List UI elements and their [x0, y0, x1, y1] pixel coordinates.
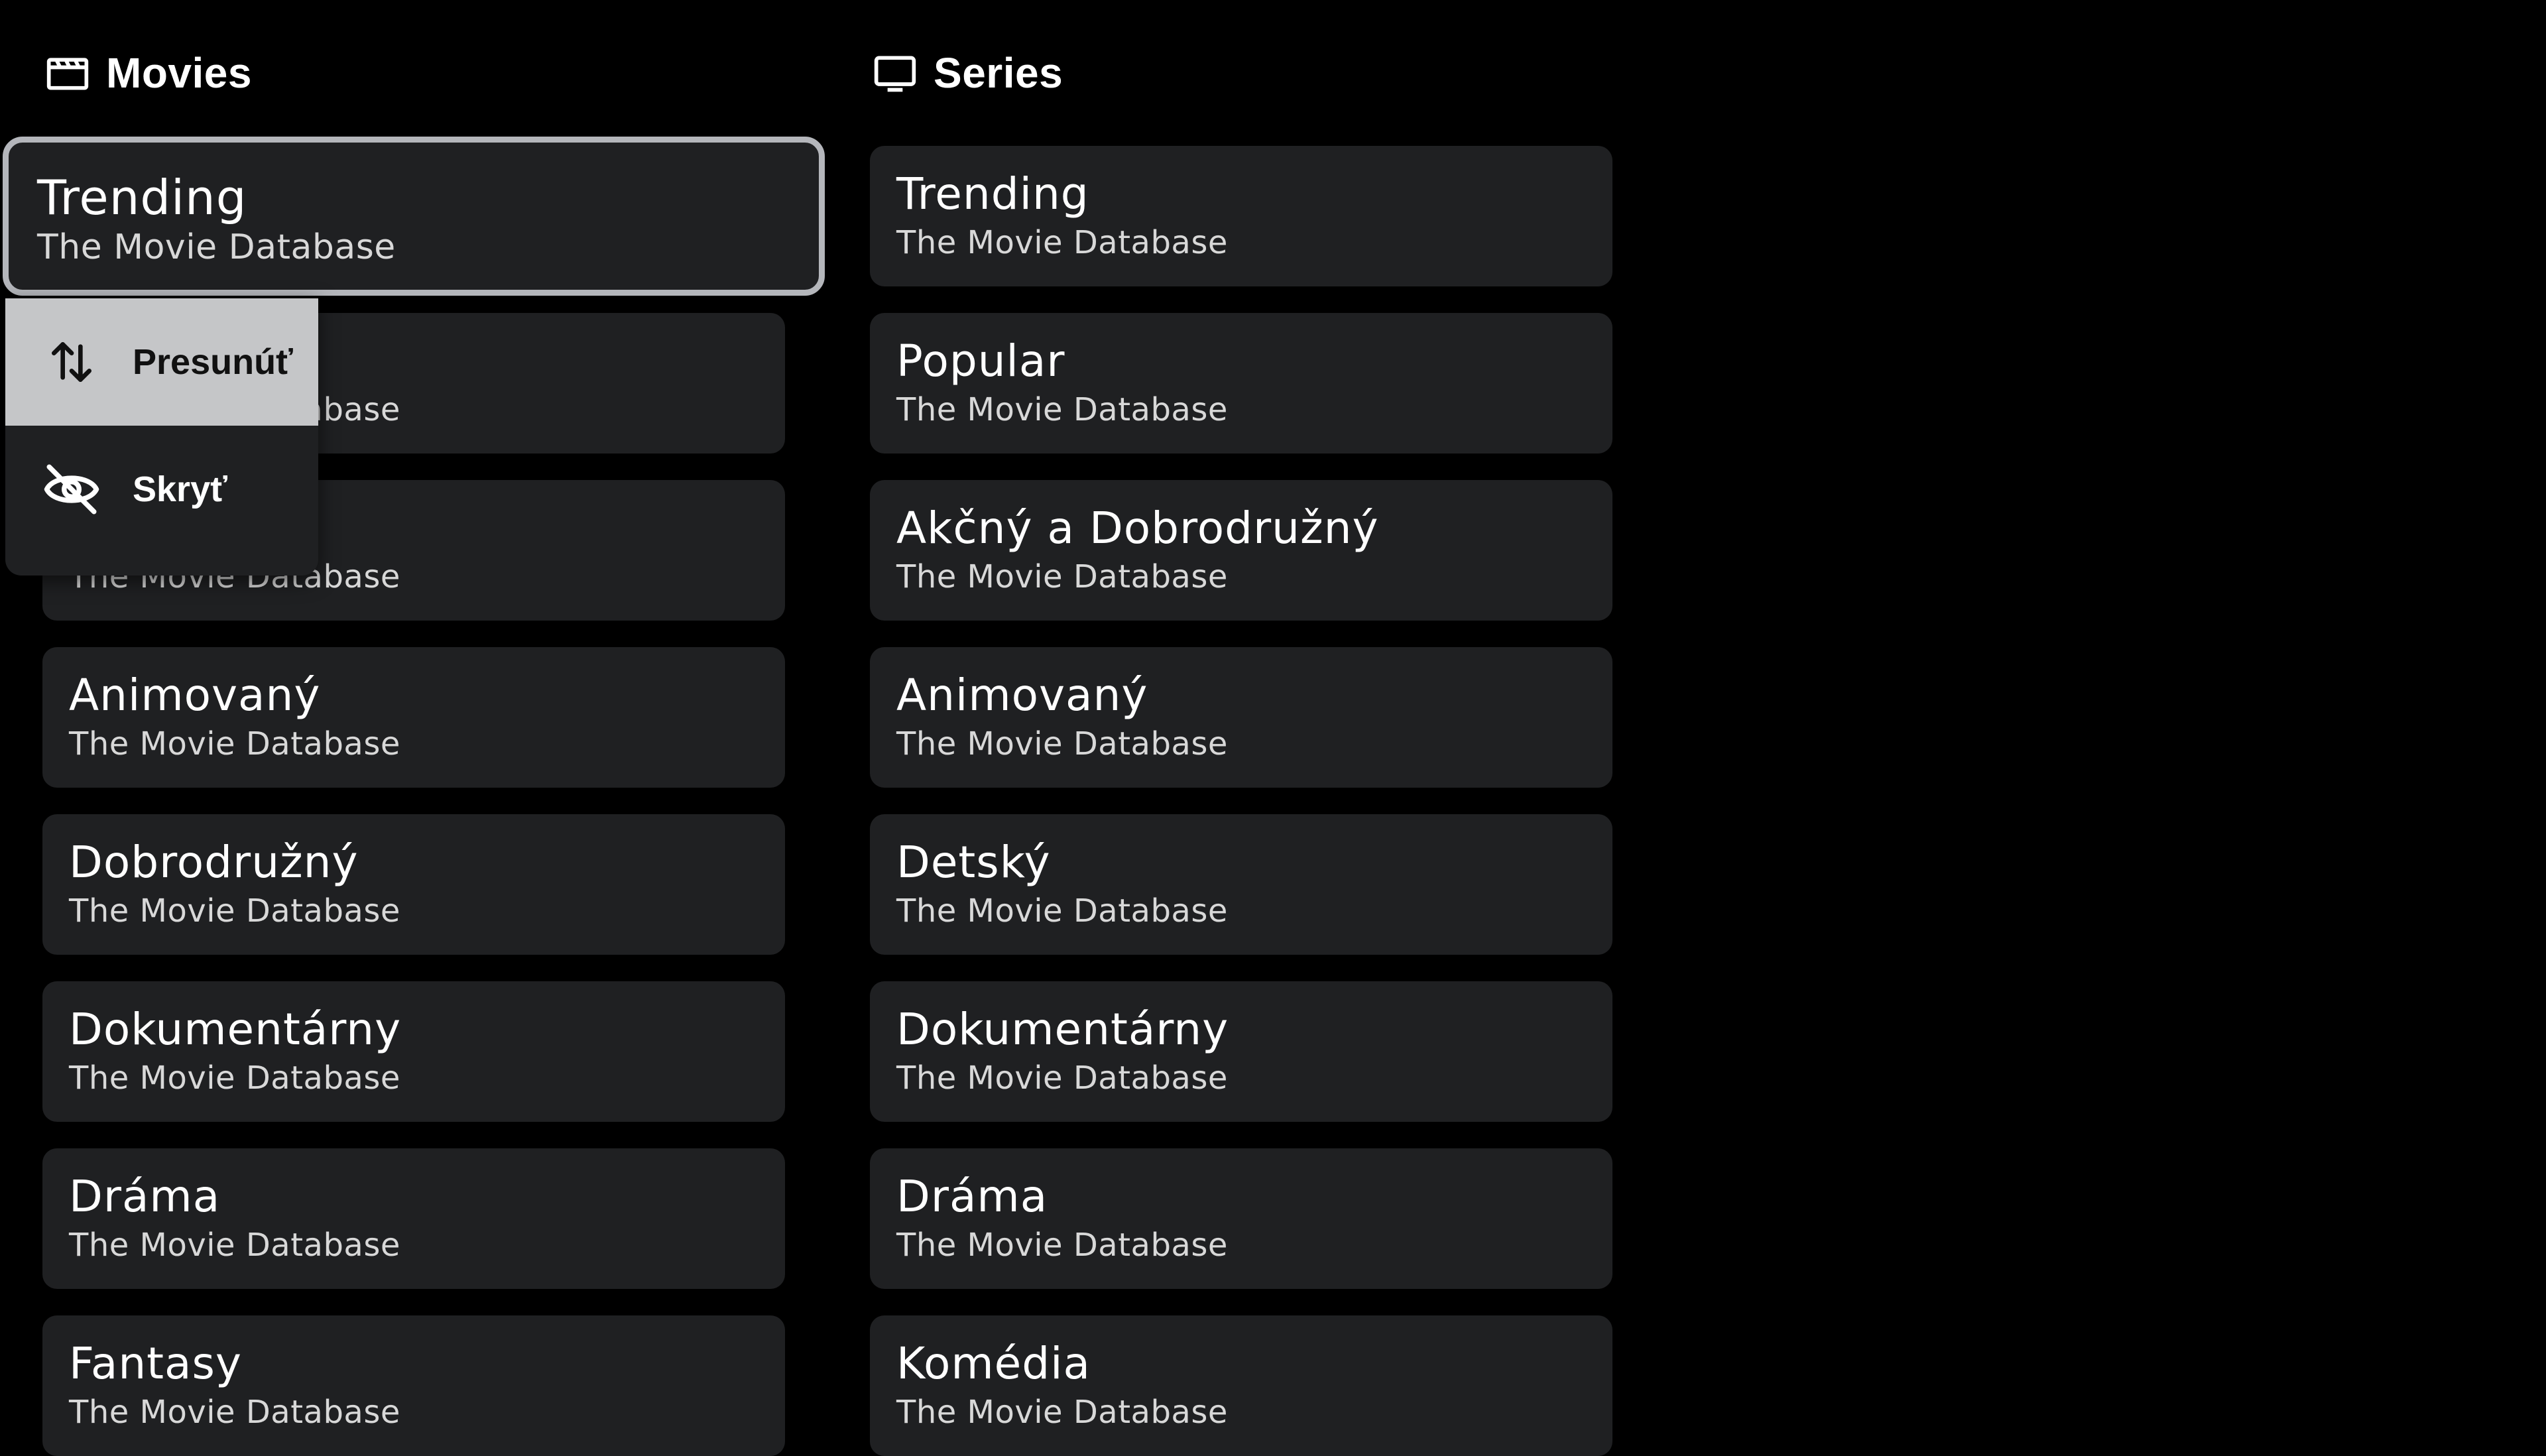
movies-item-7[interactable]: Dráma The Movie Database: [42, 1148, 785, 1289]
item-name: Detský: [896, 837, 1051, 888]
item-source: The Movie Database: [69, 1394, 400, 1431]
item-source: The Movie Database: [896, 725, 1228, 762]
eye-off-icon: [38, 456, 105, 522]
movie-clapper-icon: [45, 50, 90, 95]
movies-title: Movies: [106, 49, 252, 97]
movies-item-5[interactable]: Dobrodružný The Movie Database: [42, 814, 785, 955]
menu-item-label: Presunúť: [133, 342, 293, 382]
item-name: Dráma: [896, 1171, 1048, 1222]
item-source: The Movie Database: [896, 224, 1228, 261]
item-source: The Movie Database: [896, 1394, 1228, 1431]
tv-icon: [873, 50, 918, 95]
item-source: The Movie Database: [69, 1227, 400, 1264]
item-source: The Movie Database: [896, 892, 1228, 930]
item-source: The Movie Database: [37, 227, 396, 267]
movies-item-6[interactable]: Dokumentárny The Movie Database: [42, 981, 785, 1122]
item-source: The Movie Database: [69, 892, 400, 930]
series-item-2[interactable]: Popular The Movie Database: [870, 313, 1612, 454]
series-item-3[interactable]: Akčný a Dobrodružný The Movie Database: [870, 480, 1612, 621]
menu-item-label: Skryť: [133, 469, 227, 509]
item-name: Dobrodružný: [69, 837, 359, 888]
item-name: Komédia: [896, 1338, 1091, 1389]
item-source: The Movie Database: [69, 725, 400, 762]
series-header: Series: [873, 46, 1063, 99]
context-menu: Presunúť Skryť: [5, 298, 318, 576]
item-source: The Movie Database: [896, 1227, 1228, 1264]
movies-item-trending-focused[interactable]: Trending The Movie Database: [3, 137, 825, 296]
movies-item-4[interactable]: Animovaný The Movie Database: [42, 647, 785, 788]
item-name: Trending: [896, 168, 1089, 219]
series-item-7[interactable]: Dráma The Movie Database: [870, 1148, 1612, 1289]
item-name: Trending: [37, 170, 247, 225]
menu-item-hide[interactable]: Skryť: [5, 426, 318, 553]
item-name: Akčný a Dobrodružný: [896, 503, 1379, 554]
menu-item-move[interactable]: Presunúť: [5, 298, 318, 426]
series-title: Series: [934, 49, 1063, 97]
item-name: Dokumentárny: [896, 1004, 1229, 1055]
item-source: The Movie Database: [896, 558, 1228, 595]
item-name: Popular: [896, 335, 1065, 387]
item-name: Dráma: [69, 1171, 221, 1222]
item-name: Dokumentárny: [69, 1004, 402, 1055]
item-source: The Movie Database: [896, 391, 1228, 428]
item-name: Animovaný: [69, 670, 321, 721]
item-source: The Movie Database: [896, 1060, 1228, 1097]
series-item-4[interactable]: Animovaný The Movie Database: [870, 647, 1612, 788]
item-name: Animovaný: [896, 670, 1148, 721]
movies-header: Movies: [45, 46, 252, 99]
series-item-1[interactable]: Trending The Movie Database: [870, 146, 1612, 286]
item-source: The Movie Database: [69, 1060, 400, 1097]
series-item-8[interactable]: Komédia The Movie Database: [870, 1315, 1612, 1456]
series-item-6[interactable]: Dokumentárny The Movie Database: [870, 981, 1612, 1122]
movies-item-8[interactable]: Fantasy The Movie Database: [42, 1315, 785, 1456]
move-arrows-icon: [38, 329, 105, 395]
item-name: Fantasy: [69, 1338, 242, 1389]
series-item-5[interactable]: Detský The Movie Database: [870, 814, 1612, 955]
